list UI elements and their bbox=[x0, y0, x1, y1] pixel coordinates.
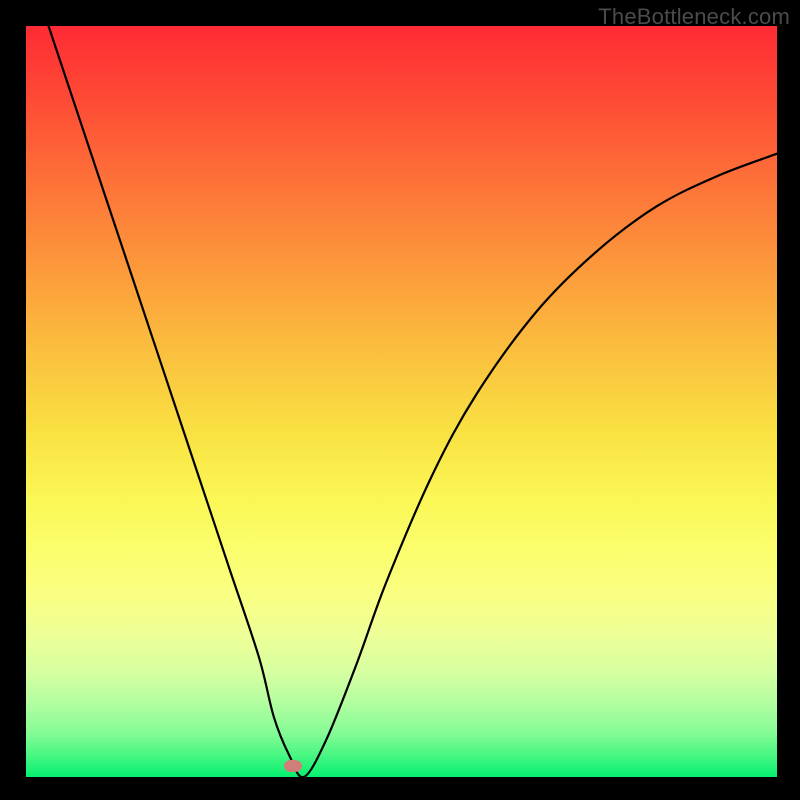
plot-area bbox=[26, 26, 777, 777]
optimum-marker bbox=[284, 760, 302, 772]
curve-layer bbox=[26, 26, 777, 777]
bottleneck-curve bbox=[49, 26, 777, 777]
watermark-text: TheBottleneck.com bbox=[598, 4, 790, 30]
chart-frame: TheBottleneck.com bbox=[0, 0, 800, 800]
